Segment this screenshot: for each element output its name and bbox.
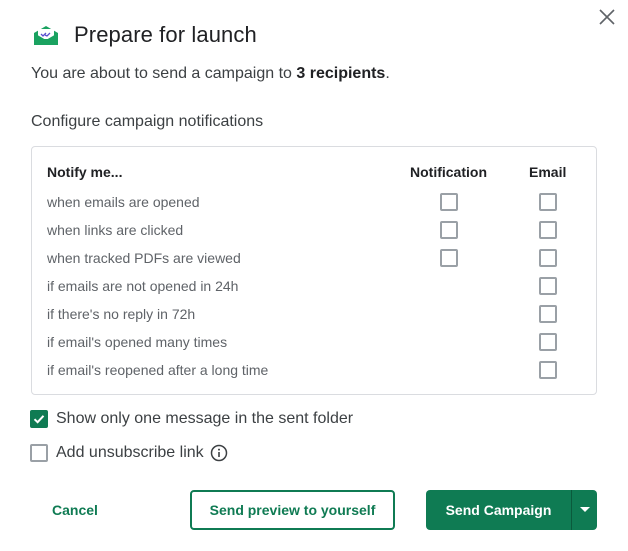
info-icon[interactable]: [210, 444, 228, 462]
table-row: if email's reopened after a long time: [32, 356, 596, 384]
intro-suffix: .: [385, 65, 390, 82]
send-options-dropdown-button[interactable]: [572, 490, 597, 530]
email-checkbox[interactable]: [539, 221, 557, 239]
row-label: if emails are not opened in 24h: [47, 278, 239, 294]
email-checkbox[interactable]: [539, 249, 557, 267]
email-checkbox[interactable]: [539, 193, 557, 211]
email-checkbox[interactable]: [539, 277, 557, 295]
notification-checkbox[interactable]: [440, 249, 458, 267]
caret-down-icon: [579, 507, 590, 512]
send-campaign-split-button: Send Campaign: [426, 490, 597, 530]
column-header-email: Email: [529, 164, 567, 180]
checkmark-icon: [33, 415, 45, 424]
notification-checkbox[interactable]: [440, 221, 458, 239]
notification-checkbox[interactable]: [440, 193, 458, 211]
prepare-for-launch-dialog: Prepare for launch You are about to send…: [0, 0, 628, 551]
close-icon[interactable]: [596, 6, 618, 28]
send-campaign-button[interactable]: Send Campaign: [426, 490, 572, 530]
table-row: when emails are opened: [32, 188, 596, 216]
recipients-summary: You are about to send a campaign to 3 re…: [31, 65, 390, 83]
row-label: when tracked PDFs are viewed: [47, 250, 241, 266]
cancel-button[interactable]: Cancel: [36, 490, 114, 530]
email-checkbox[interactable]: [539, 333, 557, 351]
notifications-section-title: Configure campaign notifications: [31, 113, 264, 130]
row-label: if email's opened many times: [47, 334, 228, 350]
row-label: if email's reopened after a long time: [47, 362, 269, 378]
email-checkbox[interactable]: [539, 361, 557, 379]
row-label: if there's no reply in 72h: [47, 306, 196, 322]
envelope-check-icon: [34, 26, 58, 45]
send-preview-button[interactable]: Send preview to yourself: [190, 490, 395, 530]
single-message-checkbox[interactable]: [30, 410, 48, 428]
unsubscribe-checkbox[interactable]: [30, 444, 48, 462]
column-header-notify: Notify me...: [47, 164, 123, 180]
dialog-title: Prepare for launch: [74, 22, 257, 47]
table-row: if emails are not opened in 24h: [32, 272, 596, 300]
row-label: when links are clicked: [47, 222, 184, 238]
column-header-notification: Notification: [410, 164, 487, 180]
row-label: when emails are opened: [47, 194, 200, 210]
table-row: when links are clicked: [32, 216, 596, 244]
intro-text: You are about to send a campaign to: [31, 65, 297, 82]
recipient-count: 3 recipients: [296, 65, 386, 82]
table-row: if email's opened many times: [32, 328, 596, 356]
notifications-table: Notify me... Notification Email when ema…: [31, 146, 597, 395]
table-row: if there's no reply in 72h: [32, 300, 596, 328]
unsubscribe-option[interactable]: Add unsubscribe link: [30, 444, 228, 462]
unsubscribe-label: Add unsubscribe link: [56, 444, 204, 461]
single-message-option[interactable]: Show only one message in the sent folder: [30, 410, 353, 428]
table-row: when tracked PDFs are viewed: [32, 244, 596, 272]
dialog-header: Prepare for launch: [32, 20, 257, 50]
email-checkbox[interactable]: [539, 305, 557, 323]
single-message-label: Show only one message in the sent folder: [56, 410, 354, 427]
